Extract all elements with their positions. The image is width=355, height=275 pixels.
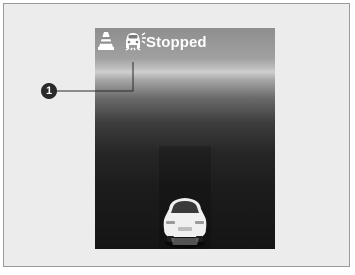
car-rear-icon <box>163 198 207 248</box>
figure-frame: Stopped 1 <box>3 3 350 267</box>
status-bar: Stopped <box>95 28 275 56</box>
meter-display: Stopped <box>95 28 275 249</box>
acc-vehicle-icon <box>125 32 146 51</box>
traffic-cone-icon <box>98 32 114 50</box>
callout-number-1: 1 <box>41 83 57 99</box>
acc-status-text: Stopped <box>146 34 207 51</box>
